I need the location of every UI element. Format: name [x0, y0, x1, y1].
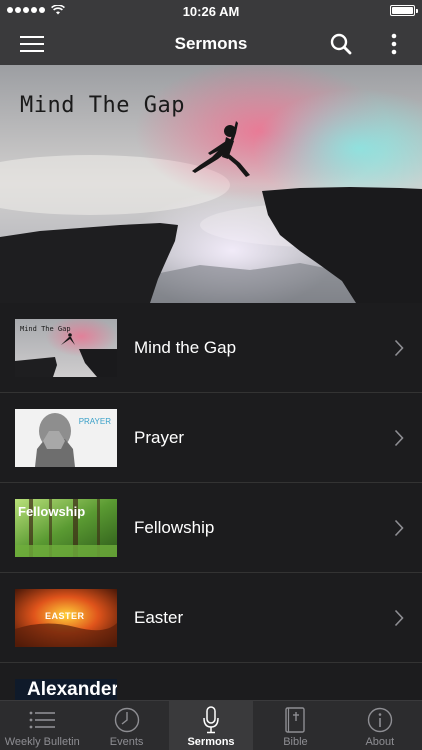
- tab-label: About: [365, 736, 395, 748]
- sermon-thumbnail-fellowship: Fellowship: [15, 499, 117, 557]
- tab-events[interactable]: Events: [84, 701, 168, 750]
- tab-label: Events: [109, 736, 144, 748]
- clock-icon: [114, 707, 139, 733]
- chevron-right-icon: [394, 339, 404, 357]
- thumbnail-title: Fellowship: [18, 504, 86, 519]
- status-bar: 10:26 AM: [0, 0, 422, 22]
- page-title: Sermons: [174, 33, 248, 53]
- thumbnail-title: Mind The Gap: [20, 325, 71, 333]
- sermon-item-alexander[interactable]: Alexander: [0, 663, 422, 700]
- signal-wifi-group: [7, 5, 65, 15]
- menu-button[interactable]: [12, 22, 52, 65]
- sermon-title: Fellowship: [134, 518, 215, 537]
- chevron-right-icon: [394, 609, 404, 627]
- hamburger-icon: [20, 35, 44, 52]
- search-button[interactable]: [324, 22, 358, 65]
- bible-icon: [285, 707, 306, 733]
- chevron-right-icon: [394, 519, 404, 537]
- thumbnail-title: PRAYER: [78, 417, 111, 426]
- microphone-icon: [203, 706, 219, 734]
- more-options-button[interactable]: [384, 22, 404, 65]
- hero-title: Mind The Gap: [20, 93, 185, 118]
- tab-bar: Weekly Bulletin Events Sermons Bible Abo…: [0, 700, 422, 750]
- tab-bible[interactable]: Bible: [253, 701, 337, 750]
- sermon-item-easter[interactable]: EASTER Easter: [0, 573, 422, 663]
- sermon-title: Easter: [134, 608, 184, 627]
- wifi-icon: [51, 5, 65, 15]
- sermon-title: Mind the Gap: [134, 338, 237, 357]
- info-icon: [367, 707, 393, 733]
- tab-weekly-bulletin[interactable]: Weekly Bulletin: [0, 701, 84, 750]
- sermon-title: Prayer: [134, 428, 185, 447]
- hero-banner[interactable]: Mind The Gap: [0, 65, 422, 303]
- sermon-thumbnail-easter: EASTER: [15, 589, 117, 647]
- tab-sermons[interactable]: Sermons: [168, 701, 254, 750]
- sermon-item-mind-the-gap[interactable]: Mind The Gap Mind the Gap: [0, 303, 422, 393]
- battery-icon: [390, 5, 418, 16]
- tab-label: Bible: [283, 736, 308, 748]
- chevron-right-icon: [394, 429, 404, 447]
- sermon-thumbnail-mind-the-gap: Mind The Gap: [15, 319, 117, 377]
- thumbnail-title: Alexander: [27, 679, 117, 700]
- list-icon: [29, 711, 56, 729]
- navigation-bar: Sermons: [0, 22, 422, 65]
- sermon-thumbnail-prayer: PRAYER: [15, 409, 117, 467]
- signal-strength-icon: [7, 7, 45, 13]
- more-vertical-icon: [391, 33, 397, 54]
- thumbnail-title: EASTER: [45, 611, 85, 621]
- status-time: 10:26 AM: [182, 3, 240, 19]
- tab-label: Sermons: [187, 736, 235, 748]
- tab-about[interactable]: About: [338, 701, 422, 750]
- sermon-item-fellowship[interactable]: Fellowship Fellowship: [0, 483, 422, 573]
- sermon-thumbnail-alexander: Alexander: [15, 679, 117, 700]
- tab-label: Weekly Bulletin: [4, 736, 80, 748]
- search-icon: [330, 33, 352, 54]
- sermon-list: Mind The Gap Mind the Gap PRAYER Prayer: [0, 303, 422, 700]
- sermon-item-prayer[interactable]: PRAYER Prayer: [0, 393, 422, 483]
